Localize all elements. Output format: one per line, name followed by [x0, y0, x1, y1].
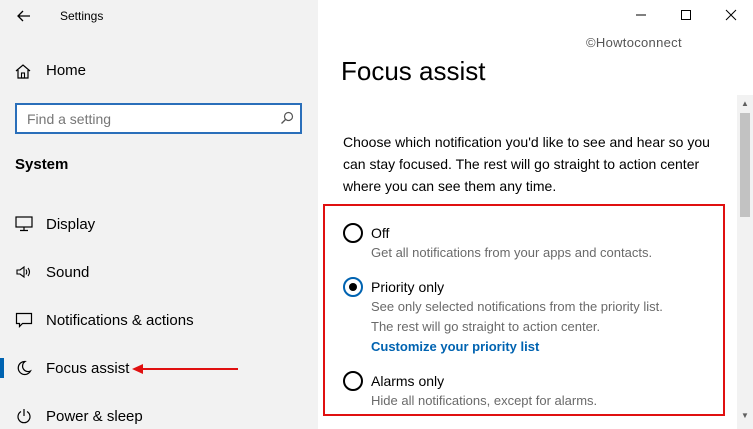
options-highlight-box: Off Get all notifications from your apps…: [323, 204, 725, 416]
sidebar-item-power-sleep[interactable]: Power & sleep: [0, 396, 318, 429]
sound-icon: [14, 262, 34, 282]
radio-off[interactable]: [343, 223, 363, 243]
option-description: Get all notifications from your apps and…: [371, 245, 653, 260]
selection-indicator: [0, 358, 4, 378]
close-icon: [725, 9, 736, 21]
sidebar-item-label: Power & sleep: [46, 407, 143, 425]
option-priority-only[interactable]: Priority only See only selected notifica…: [343, 277, 663, 357]
search-icon[interactable]: [280, 111, 294, 125]
maximize-button[interactable]: [663, 0, 708, 30]
back-button[interactable]: [14, 6, 34, 26]
page-title: Focus assist: [341, 56, 486, 86]
radio-alarms-only[interactable]: [343, 371, 363, 391]
radio-priority-only[interactable]: [343, 277, 363, 297]
notifications-icon: [14, 310, 34, 330]
sidebar-item-label: Sound: [46, 263, 90, 281]
scroll-up-icon[interactable]: ▲: [737, 95, 753, 111]
sidebar-item-label: Notifications & actions: [46, 311, 194, 329]
sidebar-item-label: Display: [46, 215, 96, 233]
option-label: Alarms only: [371, 373, 445, 389]
sidebar: Settings Home System Display Sound Notif…: [0, 0, 318, 429]
customize-priority-list-link[interactable]: Customize your priority list: [371, 337, 663, 357]
scroll-down-icon[interactable]: ▼: [737, 407, 753, 423]
home-label: Home: [46, 62, 87, 79]
option-description: Hide all notifications, except for alarm…: [371, 393, 598, 408]
option-alarms-only[interactable]: Alarms only Hide all notifications, exce…: [343, 371, 597, 411]
option-description-2: The rest will go straight to action cent…: [371, 319, 601, 334]
minimize-icon: [635, 14, 646, 16]
option-off[interactable]: Off Get all notifications from your apps…: [343, 223, 652, 263]
moon-icon: [14, 358, 34, 378]
minimize-button[interactable]: [618, 0, 663, 30]
watermark: ©Howtoconnect: [586, 35, 682, 50]
sidebar-item-label: Focus assist: [46, 359, 130, 377]
option-label: Priority only: [371, 279, 445, 295]
app-title: Settings: [60, 9, 104, 23]
sidebar-item-display[interactable]: Display: [0, 204, 318, 244]
home-icon: [14, 63, 34, 79]
display-icon: [14, 214, 34, 234]
scroll-thumb[interactable]: [740, 113, 750, 217]
search-box[interactable]: [15, 103, 302, 134]
close-button[interactable]: [708, 0, 753, 30]
back-arrow-icon: [17, 10, 30, 22]
search-input[interactable]: [17, 105, 267, 132]
maximize-icon: [680, 10, 691, 20]
sidebar-item-notifications[interactable]: Notifications & actions: [0, 300, 318, 340]
option-description: See only selected notifications from the…: [371, 299, 663, 314]
sidebar-item-sound[interactable]: Sound: [0, 252, 318, 292]
section-title: System: [15, 156, 69, 173]
main-panel: ©Howtoconnect Focus assist Choose which …: [318, 0, 753, 429]
power-icon: [14, 406, 34, 426]
nav-home[interactable]: Home: [14, 62, 86, 79]
window-controls: [618, 0, 753, 30]
annotation-arrow-icon: [132, 364, 238, 374]
page-description: Choose which notification you'd like to …: [343, 134, 710, 194]
option-label: Off: [371, 225, 390, 241]
scrollbar[interactable]: ▲ ▼: [737, 95, 753, 429]
